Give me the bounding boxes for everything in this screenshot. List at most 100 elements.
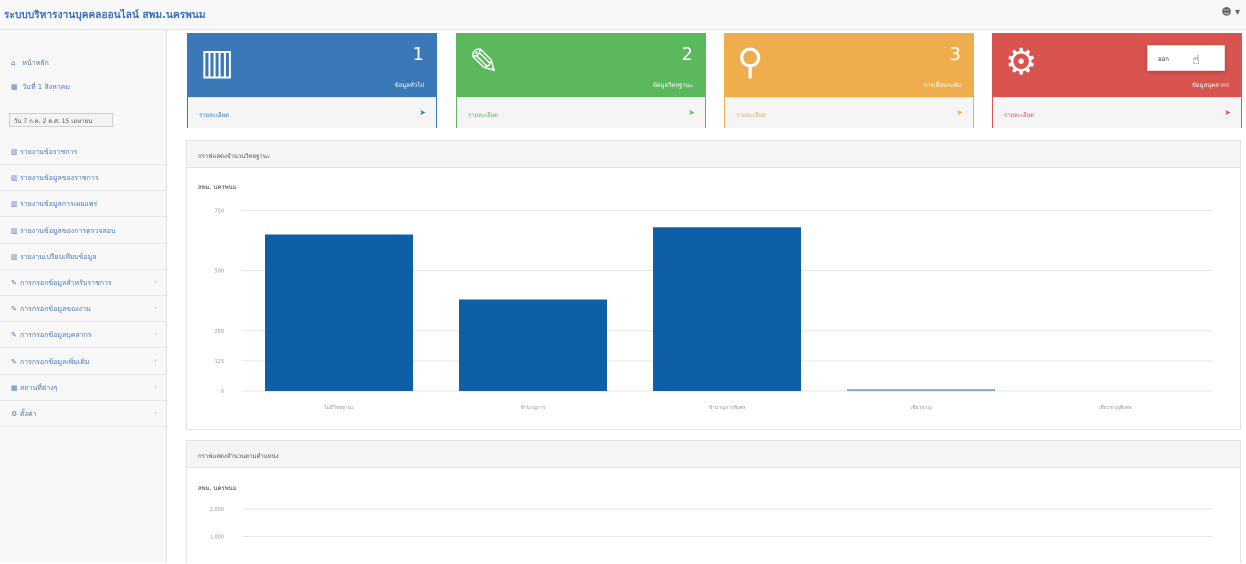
hand-cursor-icon: ☝ [1192, 53, 1200, 68]
stat-card-header: ✎ 2 ข้อมูลวิทยฐานะ [457, 34, 705, 97]
sidebar-item-label: วันที่ 1 สิงหาคม [22, 83, 71, 91]
y-tick-label: 2,000 [210, 507, 224, 513]
gear-icon: ⚙ [1005, 42, 1038, 83]
x-tick-label: ชำนาญการพิเศษ [709, 404, 746, 411]
bar-chart-icon: ▥ [11, 174, 18, 183]
arrow-circle-right-icon: ➤ [956, 108, 963, 117]
panel-title: กราฟแสดงจำนวนวิทยฐานะ [187, 141, 1240, 168]
bar-chart-icon: ▥ [11, 148, 18, 156]
chevron-left-icon: ‹ [154, 304, 157, 313]
edit-icon: ✎ [11, 357, 17, 366]
app-title[interactable]: ระบบบริหารงานบุคคลออนไลน์ สพม.นครพนม [4, 8, 206, 23]
chart-panel-rank: กราฟแสดงจำนวนวิทยฐานะ สพม. นครพนม 750 500… [186, 140, 1241, 430]
sidebar-item-label: หน้าหลัก [22, 59, 49, 67]
stat-card-footer-link[interactable]: รายละเอียด ➤ [993, 97, 1241, 128]
sidebar-item[interactable]: ✎ การกรอกข้อมูลสำหรับราชการ ‹ [0, 270, 166, 296]
bar-chart-icon: ▥ [11, 252, 18, 261]
x-tick-label: เชี่ยวชาญ [910, 404, 931, 411]
logout-menu-item[interactable]: ออก [1158, 56, 1169, 63]
stat-number: 2 [681, 44, 693, 65]
bar-chart-icon: ▥ [11, 226, 18, 235]
sidebar-item[interactable]: ⚙ ตั้งค่า ‹ [0, 401, 166, 427]
stat-card: ✎ 2 ข้อมูลวิทยฐานะรายละเอียด ➤ [456, 33, 706, 128]
stat-caption: ข้อมูลบุคลากร [1191, 82, 1229, 89]
stat-card-header: ▥ 1 ข้อมูลทั่วไป [188, 34, 436, 97]
top-navbar: ระบบบริหารงานบุคคลออนไลน์ สพม.นครพนม ☻ ▾ [0, 0, 1246, 30]
y-tick-label: 0 [221, 389, 224, 395]
stat-caption: ข้อมูลทั่วไป [394, 82, 425, 89]
rank-bar-chart: 750 500 250 125 0 ไม่มีวิทยฐานะ ชำนาญการ ชำนาญก… [214, 208, 1212, 411]
x-tick-label: ชำนาญการ [520, 405, 546, 411]
sidebar-item-label: รายงานเปรียบเทียบข้อมูล [20, 252, 97, 261]
sidebar-item-label: รายงานข้อมูลการเผยแพร่ [20, 200, 98, 209]
chevron-left-icon: ‹ [154, 356, 157, 365]
bar[interactable] [653, 227, 801, 391]
sidebar-item[interactable]: ▥ รายงานข้อมูลของราชการ [0, 165, 166, 192]
chevron-left-icon: ‹ [154, 278, 157, 286]
arrow-circle-right-icon: ➤ [688, 108, 695, 117]
chart-subtitle: สพม. นครพนม [198, 485, 237, 492]
user-menu-button[interactable]: ☻ ▾ [1221, 7, 1240, 18]
user-dropdown-menu: ออก [1147, 45, 1225, 71]
chart-panel-position: กราฟแสดงจำนวนตามตำแหน่ง สพม. นครพนม 2,00… [186, 440, 1241, 563]
arrow-circle-right-icon: ➤ [1224, 108, 1231, 117]
sidebar-item[interactable]: ▦ สถานที่ต่างๆ ‹ [0, 375, 166, 401]
calendar-icon: ▦ [11, 83, 18, 91]
sidebar-item[interactable]: ▥ รายงานข้อมูลการเผยแพร่ [0, 191, 166, 218]
sidebar-item-label: รายงานข้อมูลของการตรวจสอบ [20, 226, 116, 235]
home-icon: ⌂ [11, 59, 16, 67]
position-bar-chart: 2,000 1,000 [210, 507, 1212, 541]
stat-card: ▥ 1 ข้อมูลทั่วไป รายละเอียด ➤ [187, 33, 437, 128]
chevron-left-icon: ‹ [154, 382, 157, 391]
chevron-down-icon: ▾ [1234, 7, 1240, 18]
edit-icon: ✎ [11, 331, 17, 340]
sidebar-item[interactable]: ✎ การกรอกข้อมูลบุคลากร ‹ [0, 322, 166, 349]
edit-icon: ✎ [11, 279, 17, 287]
bar-chart-icon: ▥ [11, 200, 18, 209]
bar[interactable] [847, 389, 995, 392]
sidebar-item[interactable]: ✎ การกรอกข้อมูลของงาน ‹ [0, 296, 166, 323]
y-tick-label: 750 [214, 208, 224, 214]
user-icon: ☻ [1221, 7, 1232, 18]
stat-number: 3 [949, 44, 961, 65]
details-link: รายละเอียด [736, 112, 767, 119]
chevron-left-icon: ‹ [154, 330, 157, 339]
date-field[interactable]: วัน 7 ก.ค. 2 ค.ศ. 15 เมษายน [9, 113, 113, 127]
sidebar-item[interactable]: ▥ รายงานเปรียบเทียบข้อมูล [0, 244, 166, 270]
chevron-left-icon: ‹ [154, 409, 157, 417]
edit-icon: ✎ [11, 305, 17, 314]
y-tick-label: 125 [214, 359, 224, 365]
bar[interactable] [459, 299, 607, 392]
sidebar-item[interactable]: ✎ การกรอกข้อมูลเพิ่มเติม ‹ [0, 349, 166, 375]
sidebar-item-label: การกรอกข้อมูลของงาน [20, 305, 91, 314]
stat-card: ⚲ 3 การเลื่อนระดับรายละเอียด ➤ [724, 33, 974, 128]
details-link: รายละเอียด [468, 112, 499, 119]
panel-title: กราฟแสดงจำนวนตามตำแหน่ง [187, 441, 1240, 468]
arrow-circle-right-icon: ➤ [419, 108, 426, 117]
gear-icon: ⚙ [11, 410, 18, 418]
stat-card-footer-link[interactable]: รายละเอียด ➤ [725, 97, 973, 128]
x-tick-label: ไม่มีวิทยฐานะ [323, 404, 354, 411]
edit-icon: ✎ [469, 42, 500, 83]
sidebar-item-label: รายงานข้อมูลของราชการ [20, 174, 99, 183]
building-icon: ▦ [11, 383, 18, 392]
bar[interactable] [265, 234, 413, 391]
stat-card-footer-link[interactable]: รายละเอียด ➤ [457, 97, 705, 128]
sidebar-item-label: การกรอกข้อมูลเพิ่มเติม [20, 357, 90, 366]
sidebar-item[interactable]: ▥ รายงานข้อราชการ [0, 139, 166, 165]
y-tick-label: 500 [214, 269, 224, 275]
sidebar-item[interactable]: ▥ รายงานข้อมูลของการตรวจสอบ [0, 218, 166, 244]
stat-card-footer-link[interactable]: รายละเอียด ➤ [188, 97, 436, 128]
stat-number: 1 [412, 44, 424, 65]
y-tick-label: 1,000 [210, 535, 224, 541]
details-link: รายละเอียด [199, 112, 230, 119]
x-tick-label: เชี่ยวชาญพิเศษ [1099, 404, 1132, 411]
sidebar-item-label: การกรอกข้อมูลบุคลากร [20, 331, 92, 340]
sidebar-item-label: ตั้งค่า [20, 410, 37, 418]
sidebar-item-label: รายงานข้อราชการ [20, 148, 78, 156]
sidebar-item-label: การกรอกข้อมูลสำหรับราชการ [20, 279, 112, 287]
stat-caption: ข้อมูลวิทยฐานะ [652, 82, 693, 89]
stat-card-header: ⚲ 3 การเลื่อนระดับ [725, 34, 973, 97]
sidebar-item-home[interactable]: ⌂ หน้าหลัก [0, 50, 166, 76]
details-link: รายละเอียด [1004, 112, 1035, 119]
